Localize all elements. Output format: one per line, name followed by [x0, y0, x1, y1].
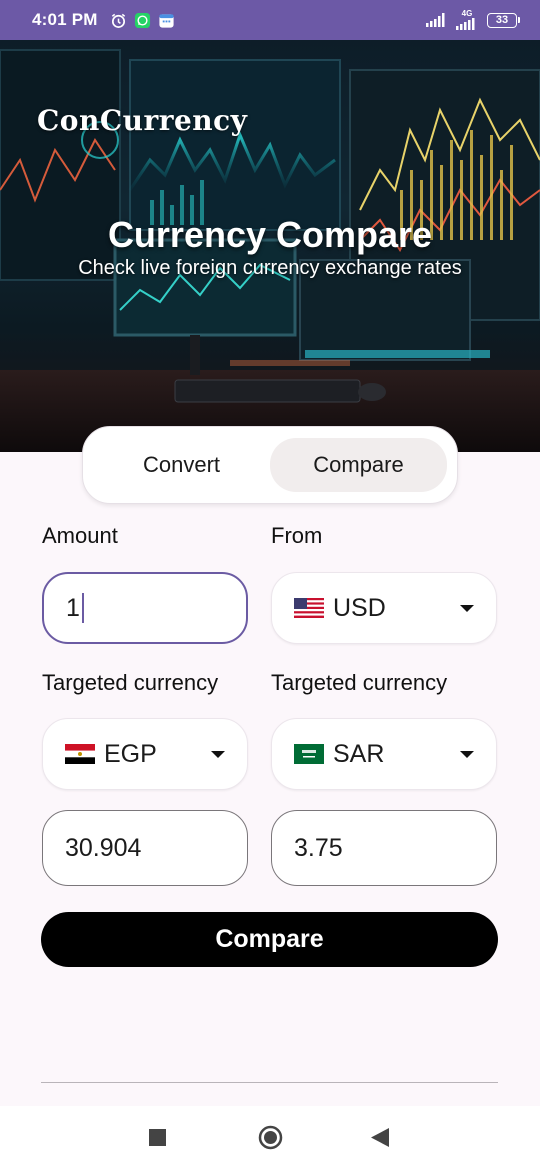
from-label: From — [271, 523, 323, 548]
target2-label: Targeted currency — [271, 670, 448, 695]
result1-field[interactable]: 30.904 — [42, 810, 248, 886]
from-currency-select[interactable]: USD — [271, 572, 497, 644]
battery-icon: 33 — [487, 12, 520, 28]
battery-level: 33 — [487, 12, 517, 28]
target2-currency-select[interactable]: SAR — [271, 718, 497, 790]
compare-button[interactable]: Compare — [41, 912, 498, 967]
amount-value: 1 — [66, 593, 80, 622]
result2-field[interactable]: 3.75 — [271, 810, 497, 886]
egypt-flag-icon — [65, 744, 95, 764]
recents-square-icon[interactable] — [149, 1129, 166, 1146]
amount-label: Amount — [42, 523, 118, 548]
tab-convert[interactable]: Convert — [93, 438, 270, 492]
from-currency-code: USD — [333, 593, 386, 622]
dropdown-arrow-icon — [460, 604, 474, 612]
status-bar: 4:01 PM 4G 33 — [0, 0, 540, 40]
status-time: 4:01 PM — [32, 10, 98, 29]
target2-currency-code: SAR — [333, 739, 385, 768]
target1-currency-code: EGP — [104, 739, 157, 768]
wifi-icon — [456, 18, 475, 30]
divider — [41, 1082, 498, 1083]
signal-icon — [426, 13, 445, 27]
dropdown-arrow-icon — [460, 750, 474, 758]
calendar-icon — [159, 13, 174, 28]
hero-banner: ConCurrency Currency Compare Check live … — [0, 40, 540, 452]
mode-tabs: Convert Compare — [82, 426, 458, 504]
system-nav-bar — [0, 1106, 540, 1170]
us-flag-icon — [294, 598, 324, 618]
back-triangle-icon[interactable] — [371, 1128, 389, 1147]
home-circle-icon[interactable] — [258, 1125, 283, 1150]
whatsapp-icon — [134, 12, 150, 28]
text-cursor — [81, 593, 84, 623]
saudi-flag-icon — [294, 744, 324, 764]
result1-value: 30.904 — [65, 833, 142, 862]
dropdown-arrow-icon — [211, 750, 225, 758]
tab-compare[interactable]: Compare — [270, 438, 447, 492]
app-logo: ConCurrency — [37, 104, 248, 137]
amount-input[interactable]: 1 — [42, 572, 248, 644]
target1-currency-select[interactable]: EGP — [42, 718, 248, 790]
network-type: 4G — [461, 9, 473, 18]
target1-label: Targeted currency — [42, 670, 219, 695]
alarm-icon — [111, 13, 125, 28]
hero-subtitle: Check live foreign currency exchange rat… — [78, 257, 462, 279]
hero-title: Currency Compare — [107, 214, 433, 255]
result2-value: 3.75 — [294, 833, 343, 862]
